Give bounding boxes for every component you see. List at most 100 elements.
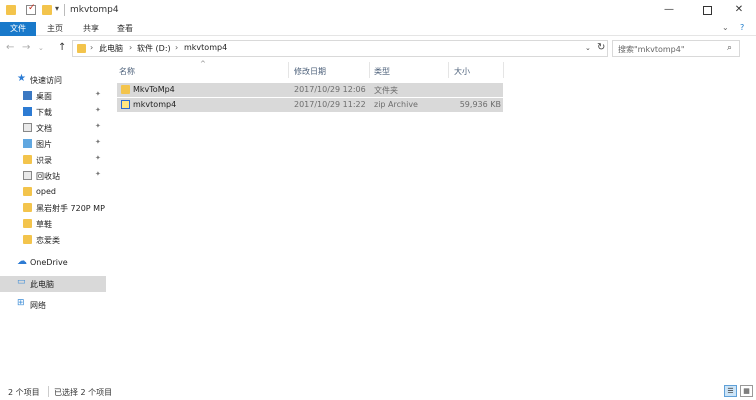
title-separator: [64, 4, 65, 16]
table-row[interactable]: mkvtomp4 2017/10/29 11:22 zip Archive 59…: [117, 98, 503, 112]
sidebar-item-documents[interactable]: 文档 ✦: [0, 120, 106, 136]
sidebar-item-desktop[interactable]: 桌面 ✦: [0, 88, 106, 104]
folder-icon: [121, 85, 130, 94]
breadcrumb-separator[interactable]: ›: [129, 43, 132, 52]
sidebar-item-quick-access[interactable]: ★ 快速访问: [0, 72, 106, 88]
pin-icon[interactable]: ✦: [95, 138, 101, 146]
cloud-icon: ☁: [17, 256, 27, 267]
column-divider[interactable]: [288, 62, 289, 78]
properties-icon[interactable]: [26, 3, 36, 15]
sidebar-item-label: 桌面: [36, 92, 52, 101]
file-type: 文件夹: [374, 86, 398, 95]
maximize-button[interactable]: [690, 0, 724, 22]
search-box[interactable]: 搜索"mkvtomp4" ⌕: [612, 40, 740, 57]
breadcrumb-separator[interactable]: ›: [175, 43, 178, 52]
download-icon: [23, 107, 32, 116]
file-date: 2017/10/29 12:06: [294, 85, 366, 94]
sidebar-item-recycle-bin[interactable]: 回收站 ✦: [0, 168, 106, 184]
pin-icon[interactable]: ✦: [95, 106, 101, 114]
breadcrumb-drive-d[interactable]: 软件 (D:): [137, 43, 171, 54]
folder-icon: [77, 44, 86, 53]
item-count: 2 个项目: [8, 388, 40, 397]
sidebar-item-onedrive[interactable]: ☁ OneDrive: [0, 255, 106, 271]
sidebar-item-label: 黑岩射手 720P MP: [36, 204, 105, 213]
expand-ribbon-icon[interactable]: ⌄: [722, 23, 729, 32]
file-size: 59,936 KB: [459, 100, 501, 109]
recent-locations-button[interactable]: ⌄: [38, 44, 44, 52]
back-button[interactable]: ←: [6, 42, 14, 53]
sidebar-item-network[interactable]: ⊞ 网络: [0, 297, 106, 313]
star-icon: ★: [17, 73, 26, 84]
breadcrumb-separator[interactable]: ›: [90, 43, 93, 52]
sidebar-item-label: oped: [36, 187, 56, 196]
pin-icon[interactable]: ✦: [95, 90, 101, 98]
address-bar[interactable]: › 此电脑 › 软件 (D:) › mkvtomp4 ⌄ ↻: [72, 40, 608, 57]
sidebar-item-pictures[interactable]: 图片 ✦: [0, 136, 106, 152]
sidebar-item-label: 快速访问: [30, 76, 62, 85]
close-button[interactable]: ✕: [722, 0, 756, 22]
folder-icon: [23, 187, 32, 196]
recycle-bin-icon: [23, 171, 32, 180]
up-button[interactable]: ↑: [58, 42, 66, 53]
sidebar-item-this-pc[interactable]: ▭ 此电脑: [0, 276, 106, 292]
column-header-name[interactable]: 名称: [119, 66, 135, 77]
table-row[interactable]: MkvToMp4 2017/10/29 12:06 文件夹: [117, 83, 503, 97]
sidebar-item-label: 下载: [36, 108, 52, 117]
file-type: zip Archive: [374, 100, 418, 109]
ribbon-tabs: 文件 主页 共享 查看 ⌄ ?: [0, 22, 756, 36]
large-icons-view-button[interactable]: ▦: [740, 385, 753, 397]
network-icon: ⊞: [17, 298, 25, 308]
column-header-size[interactable]: 大小: [454, 66, 470, 77]
breadcrumb-mkvtomp4[interactable]: mkvtomp4: [184, 43, 227, 52]
folder-icon: [23, 155, 32, 164]
column-divider[interactable]: [369, 62, 370, 78]
pin-icon[interactable]: ✦: [95, 122, 101, 130]
selected-count: 已选择 2 个项目: [54, 388, 113, 397]
sidebar-item-oped[interactable]: oped: [0, 184, 106, 200]
sidebar-item-label: 此电脑: [30, 280, 54, 289]
sidebar-item-label: 图片: [36, 140, 52, 149]
refresh-icon[interactable]: ↻: [597, 42, 605, 53]
new-folder-icon[interactable]: [42, 5, 52, 15]
sidebar-item-label: 网络: [30, 301, 46, 310]
desktop-icon: [23, 91, 32, 100]
help-icon[interactable]: ?: [740, 23, 744, 32]
tab-home[interactable]: 主页: [40, 22, 70, 36]
sidebar-item-heiyan[interactable]: 黑岩射手 720P MP: [0, 200, 106, 216]
pin-icon[interactable]: ✦: [95, 154, 101, 162]
maximize-icon: [702, 6, 712, 15]
sidebar-item-label: 文档: [36, 124, 52, 133]
status-divider: [48, 386, 49, 397]
address-dropdown-icon[interactable]: ⌄: [585, 44, 591, 52]
column-header-type[interactable]: 类型: [374, 66, 390, 77]
pin-icon[interactable]: ✦: [95, 170, 101, 178]
sidebar-item-romance[interactable]: 恋爱类: [0, 232, 106, 248]
search-input[interactable]: 搜索"mkvtomp4": [618, 44, 685, 55]
folder-icon: [23, 235, 32, 244]
tab-file[interactable]: 文件: [0, 22, 36, 36]
tab-share[interactable]: 共享: [76, 22, 106, 36]
details-view-button[interactable]: ☰: [724, 385, 737, 397]
search-icon[interactable]: ⌕: [727, 43, 732, 53]
file-list: ^ 名称 修改日期 类型 大小 MkvToMp4 2017/10/29 12:0…: [108, 60, 756, 380]
breadcrumb-this-pc[interactable]: 此电脑: [99, 43, 123, 54]
zip-archive-icon: [121, 100, 130, 109]
sidebar-item-label: 识录: [36, 156, 52, 165]
tab-view[interactable]: 查看: [110, 22, 140, 36]
column-divider[interactable]: [448, 62, 449, 78]
folder-icon: [6, 5, 16, 15]
window-title: mkvtomp4: [70, 5, 119, 15]
sidebar-item-downloads[interactable]: 下载 ✦: [0, 104, 106, 120]
title-bar: ▾ mkvtomp4 — ✕: [0, 0, 756, 22]
column-divider[interactable]: [503, 62, 504, 78]
sidebar-item-caoxie[interactable]: 草鞋: [0, 216, 106, 232]
computer-icon: ▭: [17, 277, 26, 287]
quick-access-toolbar-dropdown[interactable]: ▾: [55, 4, 59, 13]
minimize-button[interactable]: —: [652, 0, 686, 22]
sidebar-item-label: OneDrive: [30, 258, 68, 267]
sidebar-item-records[interactable]: 识录 ✦: [0, 152, 106, 168]
column-header-date[interactable]: 修改日期: [294, 66, 326, 77]
forward-button[interactable]: →: [22, 42, 30, 53]
document-icon: [23, 123, 32, 132]
sort-ascending-icon: ^: [200, 60, 206, 68]
